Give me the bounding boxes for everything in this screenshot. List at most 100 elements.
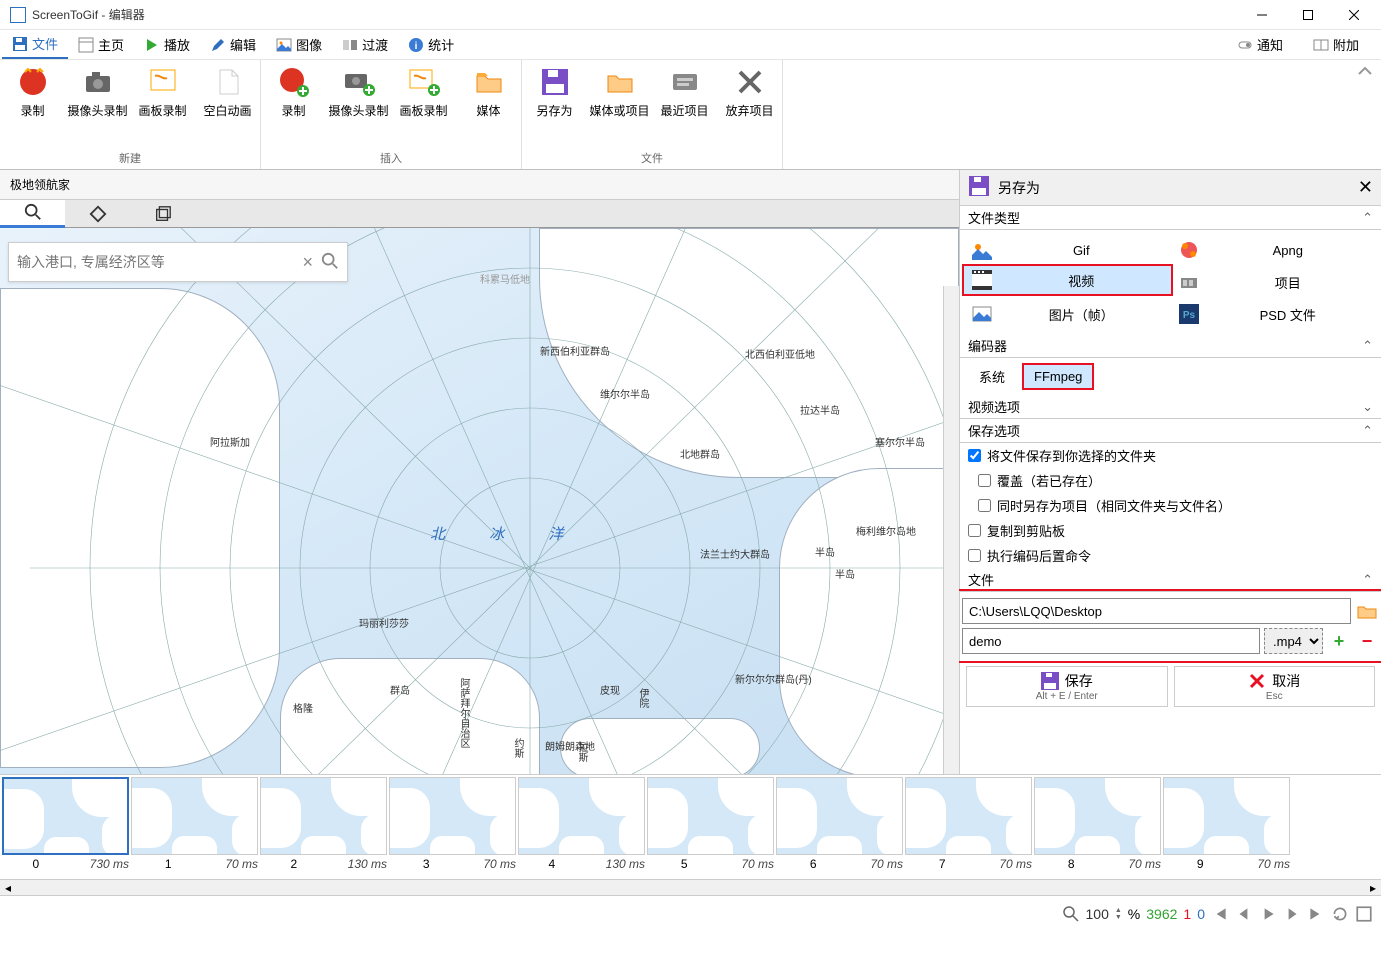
frame-item[interactable]: 170 ms	[131, 777, 258, 877]
play-icon	[144, 37, 160, 53]
file-saveas-button[interactable]: 另存为	[522, 60, 587, 149]
frame-duration: 70 ms	[870, 857, 903, 871]
notify-button[interactable]: 通知	[1227, 31, 1293, 58]
panel-close-button[interactable]: ✕	[1358, 177, 1373, 198]
new-record-button[interactable]: 录制	[0, 60, 65, 149]
filetype-project[interactable]: 项目	[1171, 266, 1378, 298]
output-folder-input[interactable]	[962, 598, 1351, 624]
frame-duration: 70 ms	[1257, 857, 1290, 871]
tab-file[interactable]: 文件	[2, 30, 68, 59]
file-recent-button[interactable]: 最近项目	[652, 60, 717, 149]
record-add-icon	[278, 66, 310, 98]
opt-overwrite[interactable]: 覆盖（若已存在）	[960, 468, 1381, 493]
save-button[interactable]: 保存 Alt + E / Enter	[966, 666, 1168, 707]
title-bar: ScreenToGif - 编辑器	[0, 0, 1381, 30]
frame-item[interactable]: 0730 ms	[2, 777, 129, 877]
frame-item[interactable]: 670 ms	[776, 777, 903, 877]
new-blank-button[interactable]: 空白动画	[195, 60, 260, 149]
preview-column: 极地领航家	[0, 170, 960, 774]
tab-home[interactable]: 主页	[68, 31, 134, 58]
ribbon-group-file: 另存为 媒体或项目 最近项目 放弃项目 文件	[522, 60, 783, 169]
insert-media-button[interactable]: 媒体	[456, 60, 521, 149]
frame-item[interactable]: 2130 ms	[260, 777, 387, 877]
horizontal-scrollbar[interactable]: ◂ ▸	[0, 879, 1381, 895]
filetype-video[interactable]: 视频	[962, 264, 1173, 296]
encoder-ffmpeg[interactable]: FFmpeg	[1022, 363, 1094, 390]
tab-stats[interactable]: i 统计	[398, 31, 464, 58]
frame-item[interactable]: 570 ms	[647, 777, 774, 877]
fullscreen-button[interactable]	[1355, 905, 1373, 923]
insert-board-button[interactable]: 画板录制	[391, 60, 456, 149]
output-name-input[interactable]	[962, 628, 1260, 654]
main-area: 极地领航家	[0, 170, 1381, 774]
attach-button[interactable]: 附加	[1303, 31, 1369, 58]
frame-duration: 730 ms	[90, 857, 129, 871]
cancel-button[interactable]: 取消 Esc	[1174, 666, 1376, 707]
preview-tab-layers[interactable]	[130, 200, 195, 228]
map-search-input[interactable]	[17, 254, 294, 270]
frame-item[interactable]: 870 ms	[1034, 777, 1161, 877]
frame-thumbnail	[260, 777, 387, 855]
group-label-new: 新建	[0, 149, 260, 169]
maximize-button[interactable]	[1285, 0, 1331, 30]
opt-copy-clipboard[interactable]: 复制到剪贴板	[960, 518, 1381, 543]
scroll-left-button[interactable]: ◂	[0, 880, 16, 895]
add-output-button[interactable]: +	[1327, 629, 1351, 653]
minimize-button[interactable]	[1239, 0, 1285, 30]
search-icon[interactable]	[321, 252, 339, 273]
preview-tab-search[interactable]	[0, 200, 65, 228]
play-button[interactable]	[1259, 905, 1277, 923]
opt-also-saveproj[interactable]: 同时另存为项目（相同文件夹与文件名）	[960, 493, 1381, 518]
goto-first-button[interactable]	[1211, 905, 1229, 923]
opt-save-folder[interactable]: 将文件保存到你选择的文件夹	[960, 443, 1381, 468]
prev-frame-button[interactable]	[1235, 905, 1253, 923]
section-filetype[interactable]: 文件类型 ⌃	[960, 206, 1381, 230]
opt-post-command[interactable]: 执行编码后置命令	[960, 543, 1381, 568]
file-discard-button[interactable]: 放弃项目	[717, 60, 782, 149]
browse-folder-button[interactable]	[1355, 599, 1379, 623]
filetype-gif[interactable]: Gif	[964, 234, 1171, 266]
chevron-up-icon: ⌃	[1362, 572, 1373, 588]
filetype-image[interactable]: 图片（帧）	[964, 298, 1171, 330]
tab-image[interactable]: 图像	[266, 31, 332, 58]
output-ext-select[interactable]: .mp4	[1264, 628, 1323, 654]
remove-output-button[interactable]: −	[1355, 629, 1379, 653]
vertical-scrollbar[interactable]	[943, 286, 959, 774]
frame-item[interactable]: 9 70 ms	[1163, 777, 1290, 877]
loop-button[interactable]	[1331, 905, 1349, 923]
frame-index: 9	[1163, 857, 1237, 871]
frames-strip: 0730 ms 170 ms 2130 ms 370 ms 4130 ms 57…	[0, 774, 1381, 879]
section-encoder[interactable]: 编码器 ⌃	[960, 334, 1381, 358]
frame-item[interactable]: 370 ms	[389, 777, 516, 877]
section-video-options[interactable]: 视频选项 ⌄	[960, 395, 1381, 419]
video-icon	[972, 270, 992, 290]
clear-icon[interactable]: ×	[302, 252, 313, 273]
frame-item[interactable]: 4130 ms	[518, 777, 645, 877]
section-save-options[interactable]: 保存选项 ⌃	[960, 419, 1381, 443]
tab-transition[interactable]: 过渡	[332, 31, 398, 58]
new-camera-button[interactable]: 摄像头录制	[65, 60, 130, 149]
filetype-psd[interactable]: PsPSD 文件	[1171, 298, 1378, 330]
zoom-spinner[interactable]: ▲▼	[1115, 907, 1122, 921]
next-frame-button[interactable]	[1283, 905, 1301, 923]
new-board-button[interactable]: 画板录制	[130, 60, 195, 149]
preview-canvas[interactable]: 北 冰 洋 科累马低地 新西伯利亚群岛 北西伯利亚低地 维尔尔半岛 拉达半岛 塞…	[0, 228, 959, 774]
insert-record-button[interactable]: 录制	[261, 60, 326, 149]
chevron-up-icon: ⌃	[1362, 210, 1373, 226]
frame-item[interactable]: 770 ms	[905, 777, 1032, 877]
save-as-panel: 另存为 ✕ 文件类型 ⌃ Gif Apng 视频 项目 图片（帧） PsPSD …	[960, 170, 1381, 774]
close-button[interactable]	[1331, 0, 1377, 30]
frame-thumbnail	[1034, 777, 1161, 855]
tab-edit[interactable]: 编辑	[200, 31, 266, 58]
encoder-system[interactable]: 系统	[968, 362, 1016, 391]
scroll-right-button[interactable]: ▸	[1365, 880, 1381, 895]
ribbon-collapse-button[interactable]	[1353, 64, 1377, 174]
filetype-apng[interactable]: Apng	[1171, 234, 1378, 266]
zoom-icon[interactable]	[1062, 905, 1080, 923]
tab-play[interactable]: 播放	[134, 31, 200, 58]
goto-last-button[interactable]	[1307, 905, 1325, 923]
folder-icon	[473, 66, 505, 98]
preview-tab-route[interactable]	[65, 200, 130, 228]
file-media-button[interactable]: 媒体或项目	[587, 60, 652, 149]
insert-camera-button[interactable]: 摄像头录制	[326, 60, 391, 149]
